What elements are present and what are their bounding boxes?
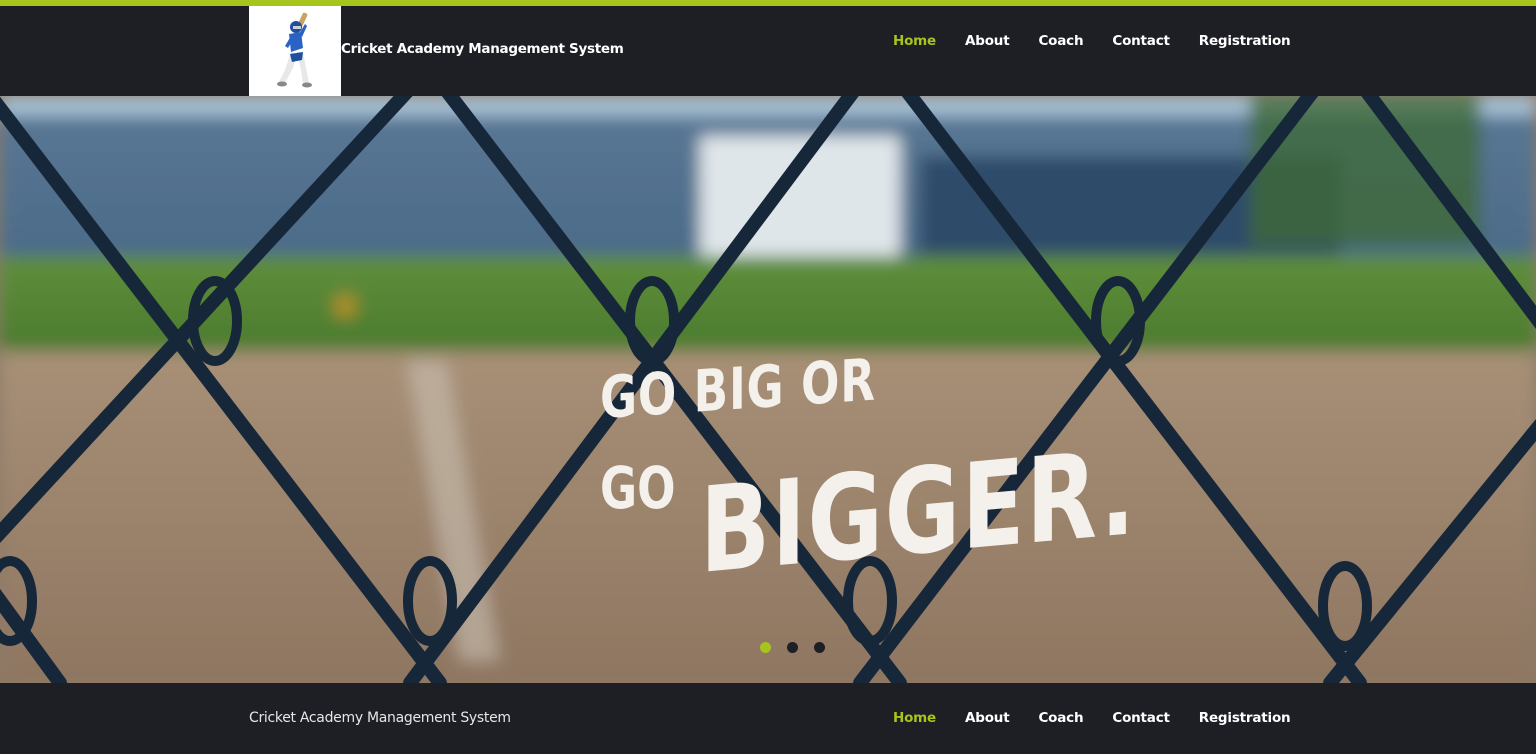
nav-item-contact[interactable]: Contact <box>1112 33 1170 53</box>
carousel-dot-1[interactable] <box>760 642 771 653</box>
nav-item-home[interactable]: Home <box>893 33 936 53</box>
footer-brand-title: Cricket Academy Management System <box>249 710 511 726</box>
slogan-line-2-prefix: GO <box>600 454 676 522</box>
site-header: Cricket Academy Management System Home A… <box>0 6 1536 96</box>
footer-nav: Home About Coach Contact Registration <box>893 710 1319 730</box>
nav-item-about[interactable]: About <box>965 33 1010 53</box>
site-footer: Cricket Academy Management System Home A… <box>0 683 1536 754</box>
footer-nav-item-home[interactable]: Home <box>893 710 936 730</box>
carousel-indicators <box>760 642 825 653</box>
carousel-dot-3[interactable] <box>814 642 825 653</box>
brand-title: Cricket Academy Management System <box>341 41 624 57</box>
footer-nav-item-coach[interactable]: Coach <box>1038 710 1083 730</box>
footer-nav-item-contact[interactable]: Contact <box>1112 710 1170 730</box>
cricket-batsman-icon <box>277 12 312 88</box>
hero-carousel[interactable]: GO BIG OR GO BIGGER. <box>0 96 1536 683</box>
carousel-dot-2[interactable] <box>787 642 798 653</box>
nav-item-registration[interactable]: Registration <box>1199 33 1291 53</box>
main-nav: Home About Coach Contact Registration <box>893 33 1319 53</box>
hero-slogan: GO BIG OR GO BIGGER. <box>600 345 1137 600</box>
nav-item-coach[interactable]: Coach <box>1038 33 1083 53</box>
site-logo[interactable] <box>249 6 341 96</box>
footer-nav-item-registration[interactable]: Registration <box>1199 710 1291 730</box>
footer-nav-item-about[interactable]: About <box>965 710 1010 730</box>
